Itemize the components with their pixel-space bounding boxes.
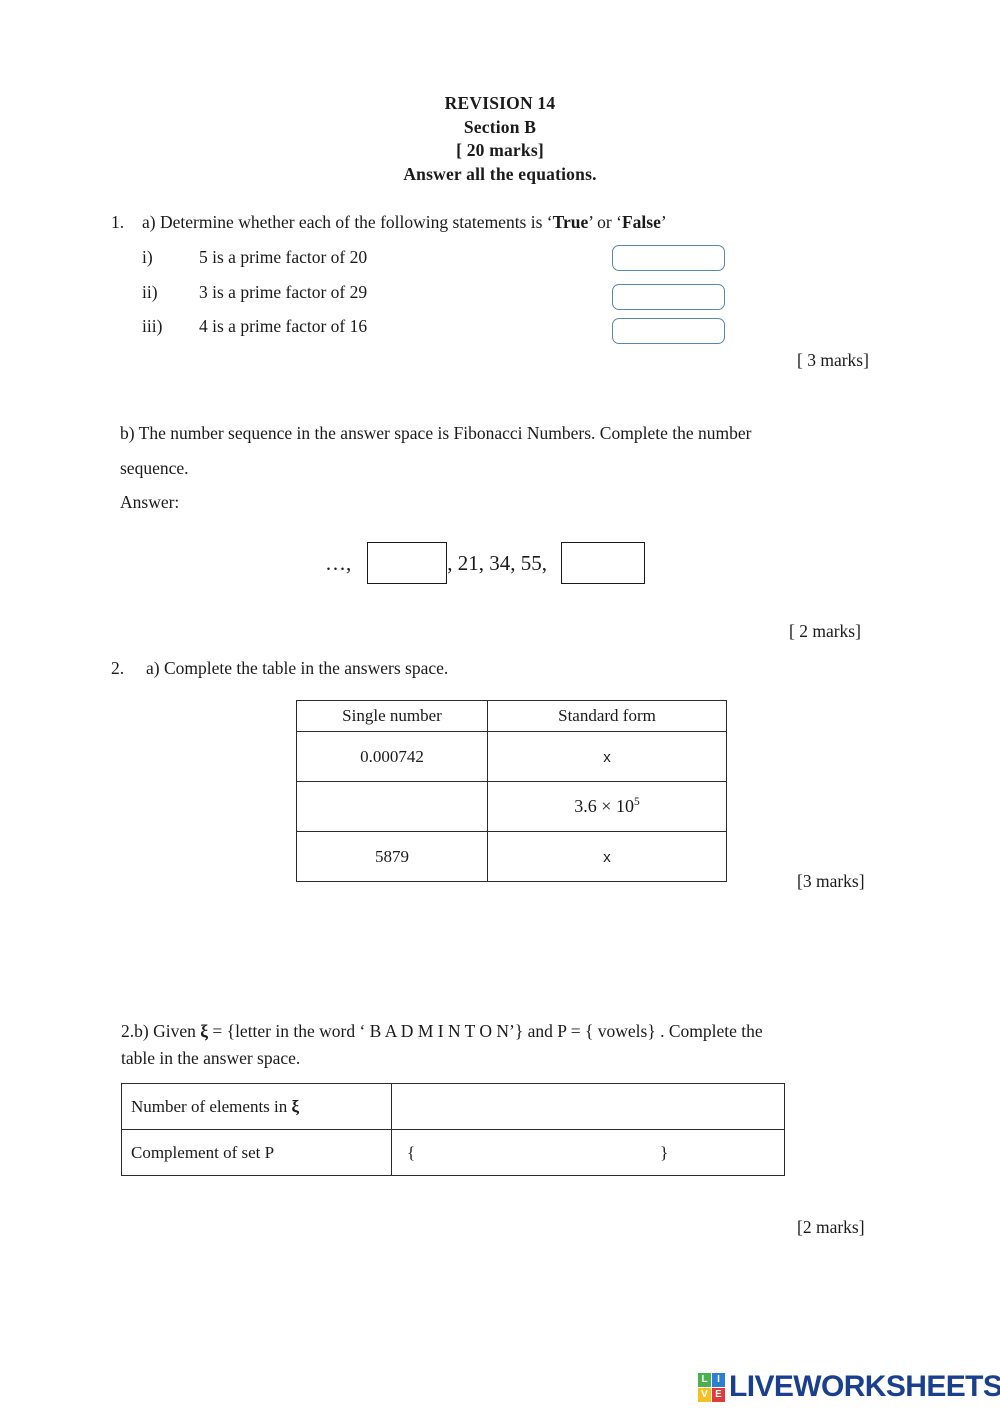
liveworksheets-logo[interactable]: L I V E LIVEWORKSHEETS (698, 1372, 1000, 1402)
brace-open: { (407, 1142, 416, 1162)
worksheet-header: REVISION 14 Section B [ 20 marks] Answer… (0, 92, 1000, 186)
question-1b-prompt-line-2: sequence. (120, 457, 189, 478)
fibonacci-sequence-row: …, , 21, 34, 55, (325, 542, 645, 584)
question-1-number: 1. (111, 212, 125, 232)
standard-form-mantissa: 3.6 × 10 (574, 796, 634, 816)
question-2-number: 2. (111, 658, 125, 678)
question-1a-item-1-roman: i) (142, 247, 153, 267)
fibonacci-known-terms: , 21, 34, 55, (447, 550, 547, 575)
cell-single-number-1: 0.000742 (296, 731, 488, 782)
table-row: Complement of set P {} (121, 1129, 785, 1176)
standard-form-value: 3.6 × 105 (574, 796, 639, 816)
question-2b-prompt: 2.b) Given ξ = {letter in the word ‘ B A… (121, 1018, 881, 1072)
question-1a-prompt-suffix: ’ (660, 212, 667, 232)
question-1a-item-1-text: 5 is a prime factor of 20 (199, 247, 368, 267)
answer-cell-standard-form-1[interactable]: x (487, 731, 727, 782)
question-1a-prompt: a) Determine whether each of the followi… (142, 210, 667, 234)
question-1a-item-3-text: 4 is a prime factor of 16 (199, 316, 368, 336)
word-false: False (621, 212, 661, 232)
question-1b-prompt-line-1: b) The number sequence in the answer spa… (120, 423, 752, 443)
header-total-marks: [ 20 marks] (456, 140, 544, 160)
marks-2a: [3 marks] (797, 871, 865, 891)
answer-input-fibonacci-2[interactable] (561, 542, 645, 584)
answer-input-fibonacci-1[interactable] (367, 542, 448, 584)
xi-symbol: ξ (200, 1021, 209, 1041)
answer-cell-complement-of-p[interactable]: {} (391, 1129, 785, 1176)
table-row: Number of elements in ξ (121, 1083, 785, 1130)
question-2b-prompt-post: = {letter in the word ‘ B A D M I N T O … (208, 1021, 763, 1041)
brace-answer-wrapper: {} (392, 1143, 784, 1163)
marks-1a: [ 3 marks] (797, 350, 869, 370)
question-1a-prompt-prefix: a) Determine whether each of the followi… (142, 212, 553, 232)
answer-cell-single-number-2[interactable] (296, 781, 488, 832)
question-2b-prompt-line-1: 2.b) Given ξ = {letter in the word ‘ B A… (121, 1018, 881, 1045)
question-2a-prompt: a) Complete the table in the answers spa… (146, 658, 449, 678)
column-header-single-number: Single number (296, 700, 488, 732)
answer-input-1a-i[interactable] (612, 245, 725, 271)
row-label-number-of-elements: Number of elements in ξ (121, 1083, 392, 1130)
table-row-header: Single number Standard form (296, 700, 727, 732)
logo-tile-l: L (698, 1372, 711, 1387)
column-header-standard-form: Standard form (487, 700, 727, 732)
row-label-complement-of-p: Complement of set P (121, 1129, 392, 1176)
row-label-text: Number of elements in (131, 1096, 292, 1116)
cell-standard-form-2: 3.6 × 105 (487, 781, 727, 832)
standard-form-exponent: 5 (633, 796, 640, 808)
answer-cell-number-of-elements[interactable] (391, 1083, 785, 1130)
logo-tile-i: I (712, 1372, 725, 1387)
answer-placeholder-x: x (603, 748, 611, 766)
logo-tile-v: V (698, 1387, 711, 1402)
fibonacci-leading-ellipsis: …, (325, 550, 352, 575)
question-1a-prompt-mid: ’ or ‘ (588, 212, 622, 232)
marks-1b: [ 2 marks] (789, 621, 861, 641)
xi-symbol: ξ (291, 1096, 300, 1116)
header-section: Section B (463, 116, 537, 137)
question-2b-prompt-line-2: table in the answer space. (121, 1048, 301, 1068)
table-sets: Number of elements in ξ Complement of se… (121, 1083, 785, 1176)
table-row: 0.000742 x (296, 731, 727, 782)
liveworksheets-logo-tiles: L I V E (698, 1372, 725, 1402)
brace-close: } (660, 1142, 669, 1162)
table-standard-form: Single number Standard form 0.000742 x 3… (296, 700, 727, 882)
question-1b-answer-label: Answer: (120, 492, 180, 512)
liveworksheets-logo-text: LIVEWORKSHEETS (729, 1370, 1000, 1403)
header-title: REVISION 14 (444, 93, 556, 113)
answer-input-1a-iii[interactable] (612, 318, 725, 344)
answer-cell-standard-form-3[interactable]: x (487, 831, 727, 882)
question-1b-prompt: b) The number sequence in the answer spa… (120, 416, 880, 520)
answer-input-1a-ii[interactable] (612, 284, 725, 310)
word-true: True (552, 212, 589, 232)
question-1a-item-2-roman: ii) (142, 282, 158, 302)
header-instruction: Answer all the equations. (403, 163, 597, 184)
question-2b-prompt-pre: 2.b) Given (121, 1021, 201, 1041)
answer-placeholder-x: x (603, 848, 611, 866)
table-row: 5879 x (296, 831, 727, 882)
table-row: 3.6 × 105 (296, 781, 727, 832)
logo-tile-e: E (712, 1387, 725, 1402)
question-1a-item-3-roman: iii) (142, 316, 163, 336)
cell-single-number-3: 5879 (296, 831, 488, 882)
question-1a-item-2-text: 3 is a prime factor of 29 (199, 282, 368, 302)
worksheet-page: REVISION 14 Section B [ 20 marks] Answer… (0, 0, 1000, 1413)
marks-2b: [2 marks] (797, 1217, 865, 1237)
